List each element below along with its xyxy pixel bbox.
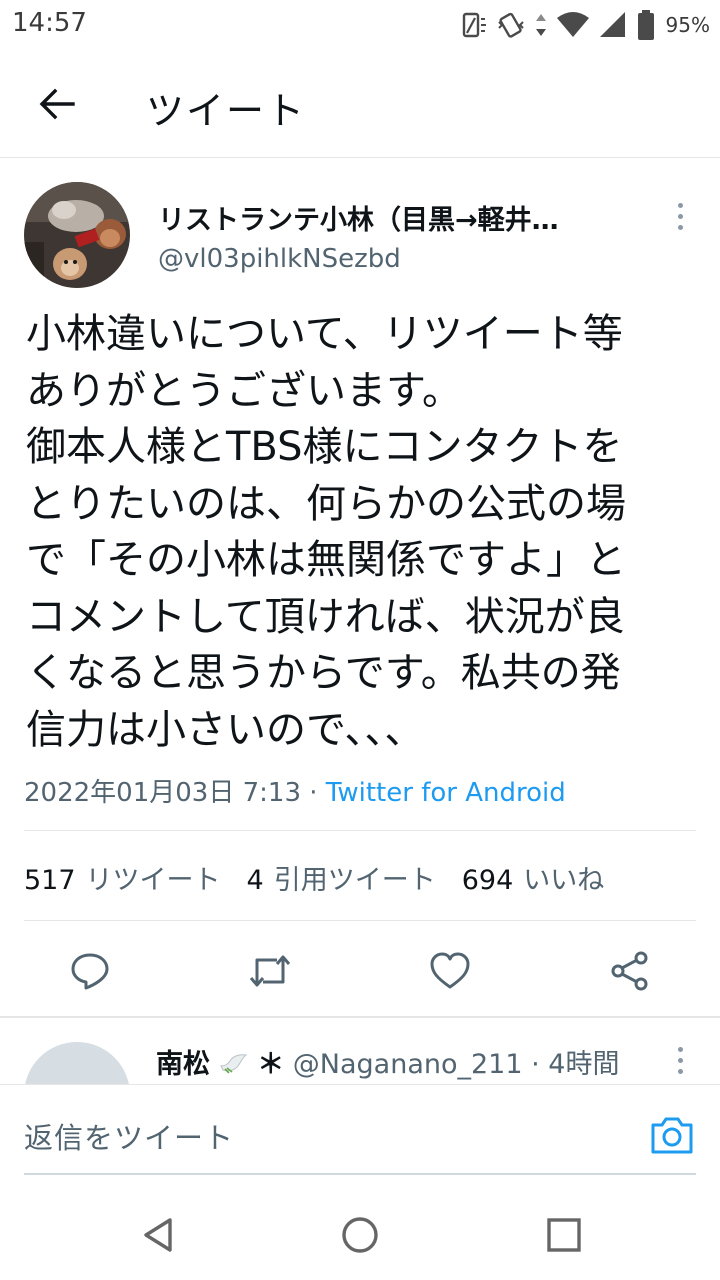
status-bar: 14:57 95% xyxy=(0,0,720,52)
reply-input-underline xyxy=(24,1173,696,1175)
reply-button[interactable] xyxy=(65,946,115,996)
quotes-count: 4 xyxy=(246,865,264,896)
reply-input[interactable]: 返信をツイート xyxy=(24,1115,234,1157)
divider xyxy=(24,830,696,831)
nav-recents-button[interactable] xyxy=(539,1210,589,1260)
likes-label: いいね xyxy=(523,865,605,896)
tweet-text-line: くなると思うからです。私共の発 xyxy=(26,650,621,696)
tweet-more-button[interactable] xyxy=(664,196,696,236)
top-app-bar: ツイート xyxy=(0,52,720,158)
tweet-text: 小林違いについて、リツイート等 ありがとうございます。 御本人様とTBS様にコン… xyxy=(26,306,706,758)
meta-separator: · xyxy=(301,778,326,808)
divider xyxy=(24,920,696,921)
data-arrows-icon xyxy=(534,10,548,40)
signal-icon xyxy=(598,10,628,40)
tweet-stats: 517 リツイート 4 引用ツイート 694 いいね xyxy=(24,858,604,897)
tweet-text-line: 信力は小さいので、、、 xyxy=(26,706,425,753)
arrow-left-icon xyxy=(39,88,75,120)
tweet-text-line: 御本人様とTBS様にコンタクトを xyxy=(26,424,623,470)
likes-stat[interactable]: 694 いいね xyxy=(462,858,605,897)
more-vertical-icon xyxy=(677,202,683,208)
reply-handle-time: @Naganano_211 · 4時間 xyxy=(292,1049,620,1080)
back-button[interactable] xyxy=(30,80,84,128)
tweet-text-line: コメントして頂ければ、状況が良 xyxy=(26,593,625,640)
retweets-label: リツイート xyxy=(85,865,221,896)
triangle-back-icon xyxy=(144,1218,172,1252)
tweet-actions xyxy=(0,938,720,1004)
status-icons: 95% xyxy=(458,8,710,42)
nav-back-button[interactable] xyxy=(133,1210,183,1260)
more-vertical-icon xyxy=(677,1046,683,1052)
tweet-text-line: ありがとうございます。 xyxy=(26,367,462,414)
reply-name-suffix: ＊ xyxy=(257,1049,285,1080)
battery-icon xyxy=(636,9,656,41)
likes-count: 694 xyxy=(461,865,514,896)
retweet-icon xyxy=(249,955,291,987)
retweet-button[interactable] xyxy=(245,946,295,996)
section-separator xyxy=(0,1016,720,1018)
quotes-stat[interactable]: 4 引用ツイート xyxy=(247,858,436,897)
author-avatar[interactable] xyxy=(24,182,130,288)
comment-icon xyxy=(71,953,109,990)
vibrate-icon xyxy=(496,10,526,40)
tweet-timestamp: 2022年01月03日 7:13 xyxy=(24,778,301,808)
reply-more-button[interactable] xyxy=(664,1040,696,1080)
author-name[interactable]: リストランテ小林（目黒→軽井… xyxy=(158,198,608,237)
tweet-text-line: で「その小林は無関係ですよ」と xyxy=(26,537,626,583)
tweet-meta: 2022年01月03日 7:13 · Twitter for Android xyxy=(24,772,566,809)
share-icon xyxy=(611,951,648,991)
page-title: ツイート xyxy=(146,89,307,133)
reply-author-name: 南松 xyxy=(156,1049,210,1080)
reply-composer: 返信をツイート xyxy=(0,1084,720,1190)
heart-icon xyxy=(430,952,470,989)
square-recents-icon xyxy=(547,1218,581,1252)
retweets-count: 517 xyxy=(24,865,76,896)
system-nav-bar xyxy=(0,1190,720,1280)
share-button[interactable] xyxy=(605,946,655,996)
camera-button[interactable] xyxy=(648,1113,696,1157)
tweet-text-line: 小林違いについて、リツイート等 xyxy=(26,311,623,357)
wifi-icon xyxy=(556,10,590,40)
quotes-label: 引用ツイート xyxy=(273,865,436,896)
author-handle[interactable]: @vl03pihlkNSezbd xyxy=(158,244,401,274)
retweets-stat[interactable]: 517 リツイート xyxy=(24,858,221,897)
camera-icon xyxy=(651,1117,693,1154)
dove-icon xyxy=(219,1049,249,1080)
circle-home-icon xyxy=(342,1217,378,1253)
battery-percent: 95% xyxy=(665,13,710,37)
nav-home-button[interactable] xyxy=(335,1210,385,1260)
screen-rotate-icon xyxy=(458,10,488,40)
like-button[interactable] xyxy=(425,946,475,996)
reply-header[interactable]: 南松 ＊ @Naganano_211 · 4時間 xyxy=(156,1042,619,1081)
tweet-text-line: とりたいのは、何らかの公式の場 xyxy=(26,480,626,527)
tweet-source-link[interactable]: Twitter for Android xyxy=(326,778,566,808)
status-time: 14:57 xyxy=(12,8,87,38)
